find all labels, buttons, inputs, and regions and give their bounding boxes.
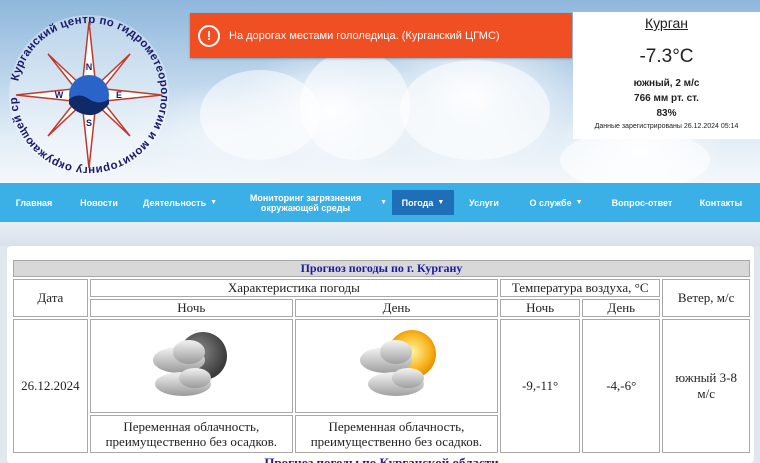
day-description: Переменная облачность, преимущественно б…: [294, 415, 498, 453]
nav-item-label: О службе: [529, 197, 572, 208]
forecast-title: Прогноз погоды по г. Кургану: [13, 260, 750, 277]
nav-item-activity[interactable]: Деятельность ▼: [130, 190, 230, 215]
nav-item-label: Погода: [401, 197, 434, 208]
compass-s-label: S: [86, 118, 92, 128]
nav-item-label: Деятельность: [142, 197, 207, 208]
forecast-panel: Прогноз погоды по г. Кургану Дата Характ…: [7, 246, 754, 463]
nav-item-home[interactable]: Главная: [0, 190, 68, 215]
header-date: Дата: [13, 279, 88, 317]
road-alert-banner: ! На дорогах местами гололедица. (Курган…: [190, 13, 572, 58]
compass-w-label: W: [55, 90, 64, 100]
header-temperature: Температура воздуха, °C: [499, 279, 661, 297]
chevron-down-icon: ▼: [210, 198, 218, 206]
wind-value: южный 3-8 м/с: [662, 319, 750, 453]
header-characteristic: Характеристика погоды: [89, 279, 498, 297]
snow-tree: [400, 60, 550, 160]
day-icon-cell: [294, 319, 498, 413]
chevron-down-icon: ▼: [575, 198, 583, 206]
alert-text: На дорогах местами гололедица. (Курганск…: [229, 29, 500, 42]
current-weather-widget: Курган -7.3°C южный, 2 м/с 766 мм рт. ст…: [573, 12, 760, 139]
night-description: Переменная облачность, преимущественно б…: [89, 415, 293, 453]
alert-circle-icon: !: [198, 24, 220, 47]
nav-item-faq[interactable]: Вопрос-ответ: [598, 190, 686, 215]
night-icon-cell: [89, 319, 293, 413]
region-forecast-title: Прогноз погоды по Курганской области: [264, 455, 499, 463]
chevron-down-icon: ▼: [380, 198, 387, 206]
current-temperature: -7.3°C: [639, 46, 694, 67]
nav-item-about[interactable]: О службе ▼: [514, 190, 598, 215]
main-nav: Главная Новости Деятельность ▼ Мониторин…: [0, 183, 760, 222]
header-night: Ночь: [89, 299, 293, 317]
header-temp-day: День: [582, 299, 661, 317]
temp-night-value: -9,-11°: [499, 319, 581, 453]
row-date: 26.12.2024: [13, 319, 88, 453]
nav-item-label: Контакты: [699, 197, 743, 208]
partly-cloudy-night-icon: [153, 332, 228, 396]
nav-item-monitoring[interactable]: Мониторинг загрязнения окружающей среды …: [230, 190, 392, 215]
nav-item-contacts[interactable]: Контакты: [686, 190, 756, 215]
nav-item-label: Новости: [80, 197, 118, 208]
nav-item-label: Услуги: [469, 197, 499, 208]
header-day: День: [294, 299, 498, 317]
temp-day-value: -4,-6°: [582, 319, 661, 453]
nav-item-news[interactable]: Новости: [68, 190, 130, 215]
nav-item-label: Мониторинг загрязнения окружающей среды: [249, 192, 362, 213]
forecast-table: Прогноз погоды по г. Кургану Дата Характ…: [11, 258, 752, 463]
nav-item-weather[interactable]: Погода ▼: [392, 190, 454, 215]
site-logo[interactable]: Курганский центр по гидрометеорологии и …: [4, 0, 174, 180]
nav-item-services[interactable]: Услуги: [454, 190, 514, 215]
snow-tree: [300, 50, 410, 160]
weather-timestamp: Данные зарегистрированы 26.12.2024 05:14: [594, 123, 739, 130]
current-wind: южный, 2 м/с: [633, 78, 700, 89]
snow-tree: [560, 130, 710, 190]
nav-item-label: Вопрос-ответ: [611, 197, 673, 208]
header-temp-night: Ночь: [499, 299, 581, 317]
chevron-down-icon: ▼: [437, 198, 445, 206]
header-wind: Ветер, м/с: [662, 279, 750, 317]
header-banner: Курганский центр по гидрометеорологии и …: [0, 0, 760, 190]
nav-shadow-strip: [0, 222, 760, 246]
nav-item-label: Главная: [15, 197, 53, 208]
weather-city-link[interactable]: Курган: [573, 15, 760, 31]
partly-cloudy-day-icon: [360, 330, 437, 396]
compass-e-label: E: [116, 90, 122, 100]
current-pressure: 766 мм рт. ст.: [634, 93, 699, 104]
compass-n-label: N: [86, 62, 93, 72]
current-humidity: 83%: [656, 108, 677, 119]
